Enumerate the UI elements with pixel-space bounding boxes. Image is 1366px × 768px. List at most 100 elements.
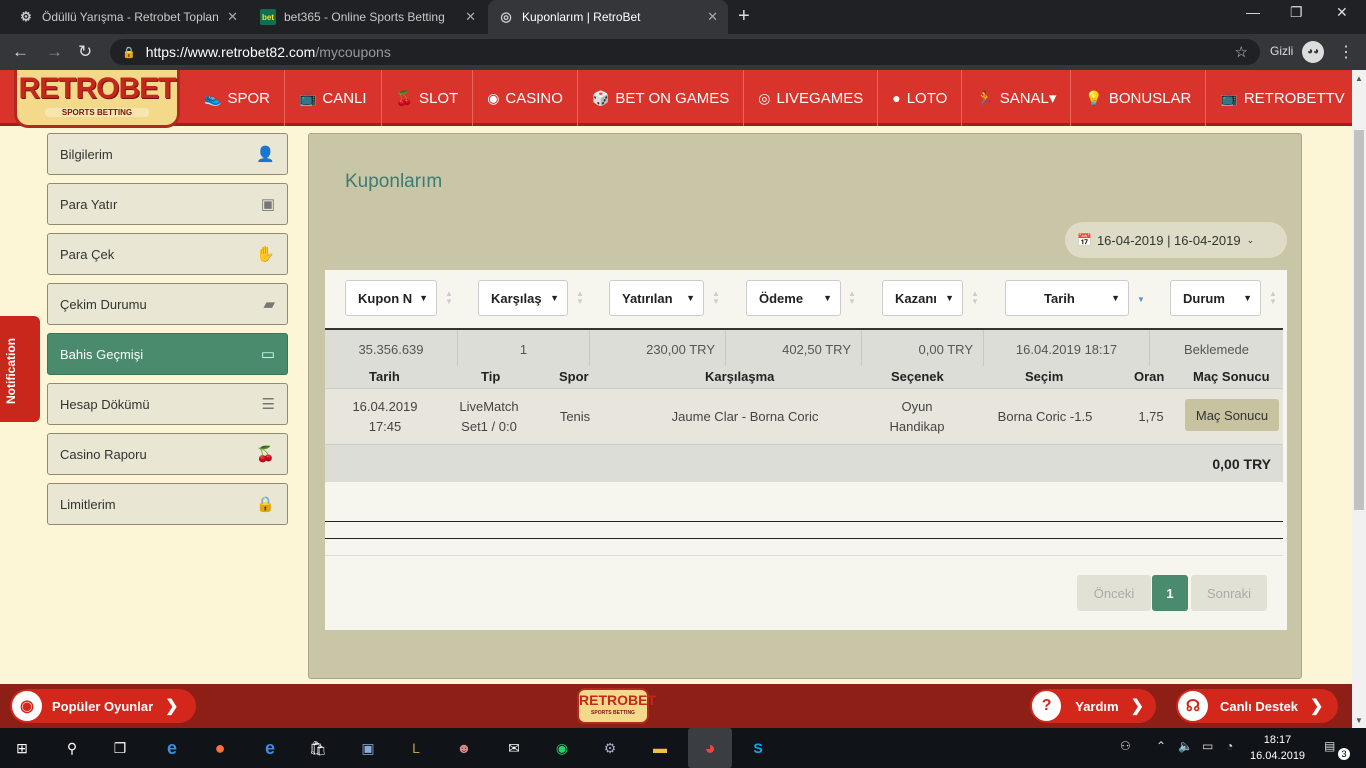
steam-icon[interactable]: ⚙ — [598, 736, 622, 760]
nav-item-9[interactable]: 📺 RETROBETTV — [1206, 70, 1360, 126]
total-amount: 0,00 TRY — [1212, 456, 1271, 472]
task-view-icon[interactable]: ❐ — [108, 736, 132, 760]
store-icon[interactable]: 🛍 — [306, 736, 330, 760]
reload-icon[interactable]: ↻ — [78, 42, 92, 62]
pager-previous-button[interactable]: Önceki — [1077, 575, 1151, 611]
pager-next-button[interactable]: Sonraki — [1191, 575, 1267, 611]
sort-icon[interactable]: ▲ ▼ — [712, 290, 720, 306]
incognito-icon[interactable]: ◕◕ — [1302, 41, 1324, 63]
taskbar-clock[interactable]: 18:17 16.04.2019 — [1250, 732, 1305, 764]
nav-item-5[interactable]: ◎ LIVEGAMES — [744, 70, 879, 126]
people-icon[interactable]: ⚇ — [1120, 739, 1131, 753]
edge-icon[interactable]: e — [258, 736, 282, 760]
coupon-status: Beklemede — [1183, 341, 1250, 357]
nav-item-7[interactable]: 🏃 SANAL▾ — [962, 70, 1072, 126]
sort-icon[interactable]: ▲ ▼ — [576, 290, 584, 306]
coupon-matches: 1 — [458, 330, 590, 368]
sidebar-item-0[interactable]: Bilgilerim 👤 — [47, 133, 288, 175]
filter-coupon-no[interactable]: Kupon N ▼ — [345, 280, 437, 316]
detail-header-odds: Oran — [1134, 369, 1165, 384]
tray-chevron-icon[interactable]: ⌃ — [1156, 739, 1166, 753]
url-field[interactable]: 🔒 https://www.retrobet82.com/mycoupons ☆ — [110, 39, 1260, 65]
skype-icon[interactable]: S — [746, 736, 770, 760]
windows-start-icon[interactable]: ⊞ — [10, 736, 34, 760]
live-support-button[interactable]: ☊ Canlı Destek ❯ — [1176, 689, 1338, 723]
target-icon: ◎ — [758, 89, 771, 106]
pager-page-1[interactable]: 1 — [1152, 575, 1188, 611]
mail-icon[interactable]: ✉ — [502, 736, 526, 760]
game-icon[interactable]: ☻ — [452, 736, 476, 760]
chrome-icon[interactable]: ◕ — [688, 728, 732, 768]
sort-icon[interactable]: ▲ ▼ — [971, 290, 979, 306]
scroll-thumb[interactable] — [1354, 130, 1364, 510]
nav-item-1[interactable]: 📺 CANLI — [285, 70, 382, 126]
site-logo[interactable]: RETROBET SPORTS BETTING — [14, 70, 180, 128]
sidebar-item-4[interactable]: Bahis Geçmişi ▭ — [47, 333, 288, 375]
scroll-down-icon[interactable]: ▼ — [1355, 716, 1363, 725]
hand-coin-icon: ✋ — [256, 246, 275, 263]
nav-item-4[interactable]: 🎲 BET ON GAMES — [578, 70, 745, 126]
ie-icon[interactable]: e — [160, 736, 184, 760]
sidebar-item-6[interactable]: Casino Raporu 🍒 — [47, 433, 288, 475]
sidebar-item-2[interactable]: Para Çek ✋ — [47, 233, 288, 275]
page-scrollbar[interactable]: ▲ ▼ — [1352, 70, 1366, 728]
sort-desc-icon[interactable]: ▼ — [1137, 296, 1145, 304]
close-tab-icon[interactable]: ✕ — [465, 9, 476, 25]
empty-row — [325, 482, 1283, 522]
nav-item-label: SLOT — [419, 89, 459, 107]
date-range-picker[interactable]: 📅 16-04-2019 | 16-04-2019 ⌄ — [1065, 222, 1287, 258]
sort-icon[interactable]: ▲ ▼ — [1269, 290, 1277, 306]
action-center-icon[interactable]: ▤ — [1324, 739, 1335, 753]
back-icon[interactable]: ← — [12, 42, 29, 62]
filter-matches[interactable]: Karşılaş ▼ — [478, 280, 568, 316]
close-tab-icon[interactable]: ✕ — [227, 9, 238, 25]
folder-icon[interactable]: ▬ — [648, 736, 672, 760]
filter-status[interactable]: Durum ▼ — [1170, 280, 1261, 316]
nav-item-3[interactable]: ◉ CASINO — [473, 70, 578, 126]
league-icon[interactable]: L — [404, 736, 428, 760]
dropdown-arrow-icon: ▼ — [686, 293, 695, 303]
nav-item-2[interactable]: 🍒 SLOT — [382, 70, 474, 126]
bookmark-star-icon[interactable]: ☆ — [1235, 43, 1248, 61]
search-icon[interactable]: ⚲ — [60, 736, 84, 760]
filter-date[interactable]: Tarih ▼ — [1005, 280, 1129, 316]
wifi-icon[interactable]: ◔ — [1226, 739, 1233, 753]
coupon-row[interactable]: 35.356.639 1 230,00 TRY 402,50 TRY 0,00 … — [325, 328, 1283, 368]
sidebar-item-5[interactable]: Hesap Dökümü ☰ — [47, 383, 288, 425]
headset-icon: ☊ — [1178, 691, 1208, 721]
minimize-icon[interactable]: — — [1246, 4, 1260, 20]
scroll-up-icon[interactable]: ▲ — [1355, 74, 1363, 83]
help-button[interactable]: ? Yardım ❯ — [1030, 689, 1156, 723]
whatsapp-icon[interactable]: ◉ — [550, 736, 574, 760]
sort-icon[interactable]: ▲ ▼ — [445, 290, 453, 306]
sidebar-item-1[interactable]: Para Yatır ▣ — [47, 183, 288, 225]
close-tab-icon[interactable]: ✕ — [707, 9, 718, 25]
nav-item-8[interactable]: 💡 BONUSLAR — [1071, 70, 1207, 126]
forward-icon[interactable]: → — [46, 42, 63, 62]
nav-item-0[interactable]: 👟 SPOR — [190, 70, 285, 126]
popular-games-button[interactable]: ◉ Popüler Oyunlar ❯ — [10, 689, 196, 723]
sidebar-item-7[interactable]: Limitlerim 🔒 — [47, 483, 288, 525]
close-window-icon[interactable]: ✕ — [1336, 4, 1348, 21]
footer-logo[interactable]: RETROBET SPORTS BETTING — [577, 688, 656, 724]
coupon-date: 16.04.2019 18:17 — [984, 330, 1150, 368]
sidebar-item-3[interactable]: Çekim Durumu ▰ — [47, 283, 288, 325]
filter-stake[interactable]: Yatırılan ▼ — [609, 280, 704, 316]
browser-tab-2[interactable]: bet bet365 - Online Sports Betting ✕ — [250, 0, 486, 34]
browser-tab-3[interactable]: ◎ Kuponlarım | RetroBet ✕ — [488, 0, 728, 34]
maximize-icon[interactable]: ❐ — [1290, 4, 1303, 21]
filter-won[interactable]: Kazanı ▼ — [882, 280, 963, 316]
battery-icon[interactable]: ▭ — [1202, 739, 1213, 753]
app-icon[interactable]: ▣ — [356, 736, 380, 760]
volume-icon[interactable]: 🔈 — [1178, 739, 1193, 753]
match-result-button[interactable]: Maç Sonucu — [1185, 399, 1279, 431]
notification-tab[interactable]: Notification — [0, 316, 40, 422]
filter-payout[interactable]: Ödeme ▼ — [746, 280, 841, 316]
firefox-icon[interactable]: ● — [208, 736, 232, 760]
sidebar-item-label: Para Çek — [60, 246, 115, 262]
nav-item-6[interactable]: ● LOTO — [878, 70, 963, 126]
new-tab-icon[interactable]: + — [738, 5, 750, 28]
browser-tab-1[interactable]: ⚙ Ödüllü Yarışma - Retrobet Toplan ✕ — [8, 0, 248, 34]
sort-icon[interactable]: ▲ ▼ — [848, 290, 856, 306]
menu-dots-icon[interactable]: ⋮ — [1338, 42, 1354, 62]
